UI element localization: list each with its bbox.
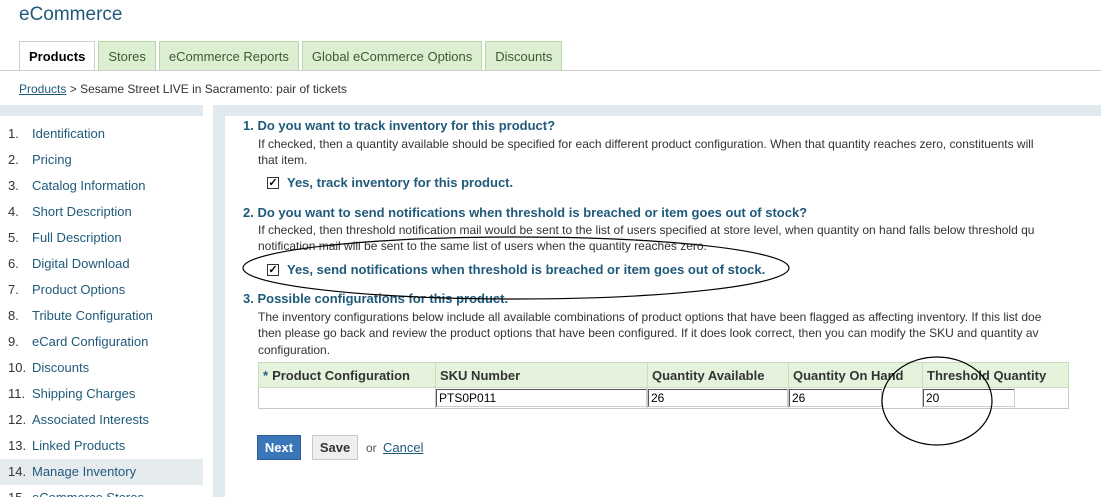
sidebar-item-digital-download[interactable]: 6. Digital Download (0, 251, 203, 277)
track-inventory-option[interactable]: ✓ Yes, track inventory for this product. (267, 175, 513, 190)
tab-products[interactable]: Products (19, 41, 96, 71)
table-row (258, 387, 1069, 409)
sidebar-item-label: Short Description (32, 204, 132, 219)
sidebar-item-label: eCard Configuration (32, 334, 149, 349)
question-send-notifications: 2. Do you want to send notifications whe… (243, 205, 808, 220)
sidebar-item-ecard-configuration[interactable]: 9. eCard Configuration (0, 329, 203, 355)
breadcrumb-products-link[interactable]: Products (19, 82, 66, 96)
sidebar-item-label: Product Options (32, 282, 126, 297)
inventory-configurations-table: * Product Configuration SKU Number Quanti… (258, 362, 1069, 409)
sidebar-item-number: 14. (8, 464, 27, 479)
save-button[interactable]: Save (312, 435, 358, 460)
sidebar-item-number: 8. (8, 308, 19, 323)
or-separator: or (366, 441, 377, 455)
content-left-stripe (213, 116, 225, 497)
track-inventory-label: Yes, track inventory for this product. (287, 175, 514, 190)
question-possible-configurations-desc-line2: then please go back and review the produ… (258, 326, 1039, 340)
sidebar-item-label: Discounts (32, 360, 90, 375)
column-gap (203, 105, 213, 497)
tab-stores[interactable]: Stores (98, 41, 156, 70)
sidebar-item-number: 1. (8, 126, 19, 141)
sidebar-item-number: 15. (0, 485, 32, 497)
send-notifications-checkbox[interactable]: ✓ (267, 263, 279, 276)
track-inventory-checkbox[interactable]: ✓ (267, 176, 279, 189)
tabs-divider (0, 70, 1101, 71)
question-possible-configurations-desc-line1: The inventory configurations below inclu… (258, 310, 1042, 324)
sidebar-item-label: Associated Interests (32, 412, 150, 427)
quantity-available-cell (647, 387, 789, 409)
tab-ecommerce-reports[interactable]: eCommerce Reports (158, 41, 299, 70)
sidebar-item-shipping-charges[interactable]: 11. Shipping Charges (0, 381, 203, 407)
sidebar-item-number: 6. (8, 256, 19, 271)
sidebar-item-label: Tribute Configuration (32, 308, 153, 323)
question-send-notifications-desc-line2: notification mail will be sent to the sa… (258, 239, 707, 253)
sidebar-item-identification[interactable]: 1. Identification (0, 121, 203, 147)
breadcrumb-separator: > (69, 82, 77, 96)
sidebar-item-label: Identification (32, 126, 105, 141)
quantity-on-hand-cell (788, 387, 923, 409)
sidebar-item-number: 13. (8, 438, 27, 453)
sidebar-item-label: Catalog Information (32, 178, 146, 193)
sidebar-nav: 1. Identification 2. Pricing 3. Catalog Inf… (0, 121, 203, 497)
sidebar-item-pricing[interactable]: 2. Pricing (0, 147, 203, 173)
sidebar-item-number: 10. (8, 360, 27, 375)
column-header-threshold-quantity: Threshold Quantity (922, 362, 1069, 388)
sidebar-item-associated-interests[interactable]: 12. Associated Interests (0, 407, 203, 433)
sidebar-item-label: Manage Inventory (32, 464, 137, 479)
sidebar-item-number: 9. (8, 334, 19, 349)
question-track-inventory-desc-line2: that item. (258, 153, 308, 167)
tab-global-ecommerce-options[interactable]: Global eCommerce Options (301, 41, 483, 70)
column-header-sku-number: SKU Number (435, 362, 648, 388)
quantity-on-hand-input[interactable] (789, 389, 882, 407)
breadcrumb-current: Sesame Street LIVE in Sacramento: pair o… (80, 82, 347, 96)
sku-input[interactable] (436, 389, 647, 407)
next-button[interactable]: Next (257, 435, 301, 460)
cancel-link[interactable]: Cancel (383, 440, 423, 455)
column-header-product-configuration: * Product Configuration (258, 362, 436, 388)
sidebar-item-number: 12. (8, 412, 27, 427)
sidebar-item-number: 4. (8, 204, 19, 219)
question-send-notifications-desc-line1: If checked, then threshold notification … (258, 223, 1035, 237)
content-header-band (0, 105, 1101, 116)
question-track-inventory-desc-line1: If checked, then a quantity available sh… (258, 137, 1034, 151)
sidebar-item-label: Pricing (32, 152, 72, 167)
question-possible-configurations: 3. Possible configurations for this prod… (243, 291, 509, 306)
required-icon: * (263, 367, 269, 383)
sidebar-item-short-description[interactable]: 4. Short Description (0, 199, 203, 225)
sidebar-item-number: 2. (8, 152, 19, 167)
sidebar-item-catalog-information[interactable]: 3. Catalog Information (0, 173, 203, 199)
sidebar-item-label: eCommerce Stores (32, 485, 144, 497)
sidebar-item-number: 7. (8, 282, 19, 297)
sidebar-item-label: Shipping Charges (32, 386, 136, 401)
question-track-inventory: 1. Do you want to track inventory for th… (243, 118, 556, 133)
sidebar-item-label: Digital Download (32, 256, 130, 271)
sidebar-item-label: Full Description (32, 230, 122, 245)
sidebar-item-tribute-configuration[interactable]: 8. Tribute Configuration (0, 303, 203, 329)
sidebar-item-number: 3. (8, 178, 19, 193)
main-tabs: Products Stores eCommerce Reports Global… (19, 41, 565, 71)
sidebar-item-number: 5. (8, 230, 19, 245)
threshold-quantity-cell (922, 387, 1069, 409)
sidebar-item-linked-products[interactable]: 13. Linked Products (0, 433, 203, 459)
product-configuration-cell (258, 387, 436, 409)
send-notifications-option[interactable]: ✓ Yes, send notifications when threshold… (267, 262, 765, 277)
sku-cell (435, 387, 648, 409)
sidebar-item-discounts[interactable]: 10. Discounts (0, 355, 203, 381)
column-header-quantity-available: Quantity Available (647, 362, 789, 388)
sidebar-item-label: Linked Products (32, 438, 126, 453)
table-header-row: * Product Configuration SKU Number Quanti… (258, 362, 1069, 388)
quantity-available-input[interactable] (648, 389, 788, 407)
threshold-quantity-input[interactable] (923, 389, 1015, 407)
send-notifications-label: Yes, send notifications when threshold i… (287, 262, 766, 277)
question-possible-configurations-desc-line3: configuration. (258, 343, 331, 357)
sidebar-item-number: 11. (8, 386, 26, 401)
tab-discounts[interactable]: Discounts (485, 41, 563, 70)
sidebar-item-full-description[interactable]: 5. Full Description (0, 225, 203, 251)
sidebar-item-ecommerce-stores[interactable]: 15.eCommerce Stores (0, 485, 203, 497)
sidebar-item-manage-inventory[interactable]: 14. Manage Inventory (0, 459, 203, 485)
breadcrumb: Products > Sesame Street LIVE in Sacrame… (19, 82, 347, 96)
app-title: eCommerce (19, 4, 123, 25)
sidebar-item-product-options[interactable]: 7. Product Options (0, 277, 203, 303)
column-header-quantity-on-hand: Quantity On Hand (788, 362, 923, 388)
